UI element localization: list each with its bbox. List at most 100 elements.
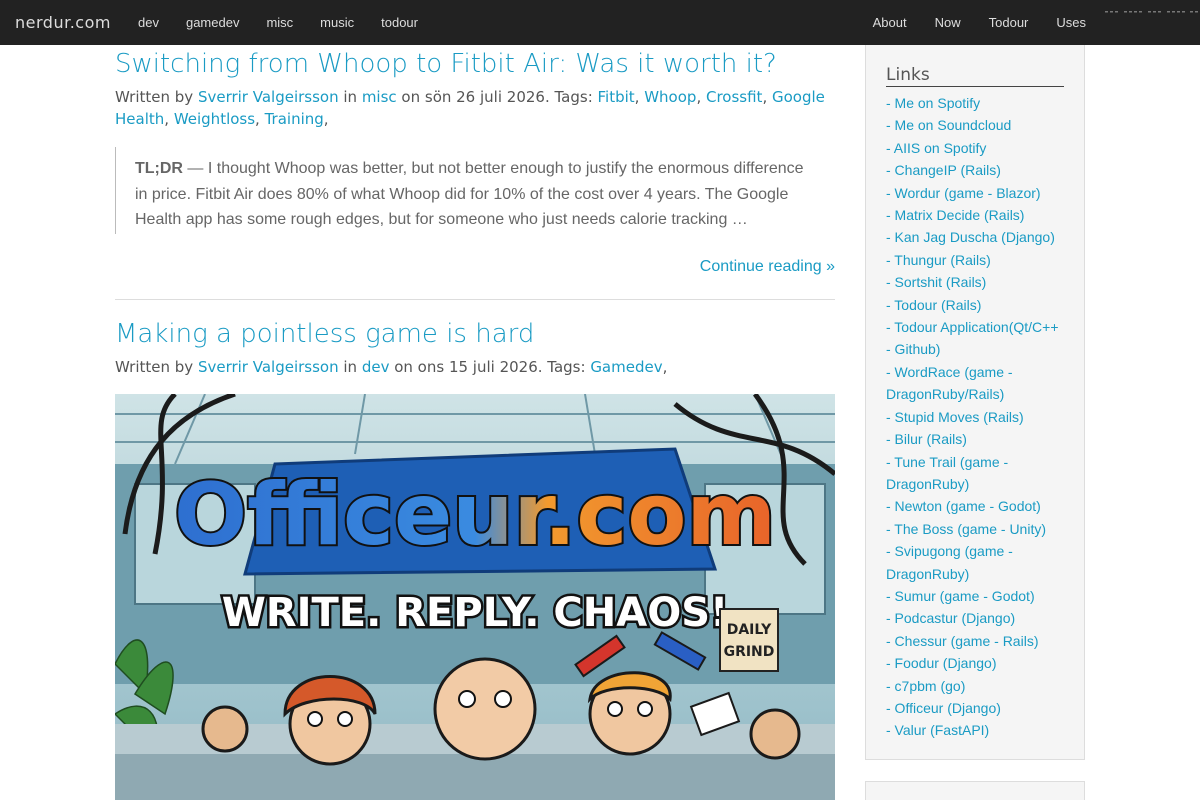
- sidebar-heading: Links: [886, 65, 1064, 87]
- nav-pages: About Now Todour Uses: [859, 0, 1100, 45]
- list-item: - WordRace (game - DragonRuby/Rails): [886, 361, 1066, 406]
- list-item: - Me on Spotify: [886, 92, 1066, 114]
- sidebar-link[interactable]: - Podcastur (Django): [886, 610, 1015, 626]
- nav-link-todour[interactable]: todour: [367, 0, 431, 45]
- tag-link-training[interactable]: Training: [265, 110, 324, 128]
- post-pointless-game: Making a pointless game is hard Written …: [115, 319, 835, 378]
- sidebar-link[interactable]: - Sumur (game - Godot): [886, 588, 1035, 604]
- officeur-illustration: Officeur.com WRITE. REPLY. CHAOS! DAILY …: [115, 394, 835, 800]
- list-item: - ChangeIP (Rails): [886, 159, 1066, 181]
- post-image-officeur: Officeur.com WRITE. REPLY. CHAOS! DAILY …: [115, 394, 835, 800]
- sidebar-link[interactable]: - Matrix Decide (Rails): [886, 207, 1024, 223]
- list-item: - Matrix Decide (Rails): [886, 204, 1066, 226]
- sidebar-link[interactable]: - Thungur (Rails): [886, 252, 991, 268]
- tag-link-gamedev[interactable]: Gamedev: [590, 358, 662, 376]
- nav-decoration-icon: [1105, 11, 1198, 13]
- list-item: - Me on Soundcloud: [886, 114, 1066, 136]
- sidebar-link[interactable]: - c7pbm (go): [886, 678, 965, 694]
- sidebar-link[interactable]: - Bilur (Rails): [886, 431, 967, 447]
- sidebar-link[interactable]: - ChangeIP (Rails): [886, 162, 1001, 178]
- sidebar-link[interactable]: - Stupid Moves (Rails): [886, 409, 1024, 425]
- meta-in: in: [338, 358, 362, 377]
- sidebar-link[interactable]: - AIIS on Spotify: [886, 140, 986, 156]
- sidebar-link[interactable]: - Chessur (game - Rails): [886, 633, 1038, 649]
- sidebar-link[interactable]: - Todour (Rails): [886, 297, 981, 313]
- list-item: - Valur (FastAPI): [886, 719, 1066, 741]
- sidebar-link[interactable]: - The Boss (game - Unity): [886, 521, 1046, 537]
- sidebar-link[interactable]: - Tune Trail (game - DragonRuby): [886, 454, 1008, 492]
- sidebar-link[interactable]: - Valur (FastAPI): [886, 722, 989, 738]
- post-meta: Written by Sverrir Valgeirsson in dev on…: [115, 358, 668, 377]
- sidebar-link[interactable]: - Github): [886, 341, 940, 357]
- sidebar-link[interactable]: - Me on Spotify: [886, 95, 980, 111]
- nav-categories: dev gamedev misc music todour: [124, 0, 431, 45]
- top-navbar: nerdur.com dev gamedev misc music todour…: [0, 0, 1200, 45]
- tag-link-weightloss[interactable]: Weightloss: [174, 110, 255, 128]
- site-brand-link[interactable]: nerdur.com: [15, 0, 111, 45]
- excerpt-lead: TL;DR: [135, 160, 183, 178]
- author-link[interactable]: Sverrir Valgeirsson: [198, 358, 339, 376]
- image-headline: Officeur.com: [174, 465, 776, 565]
- list-item: - Todour (Rails): [886, 294, 1066, 316]
- meta-date: on ons 15 juli 2026. Tags:: [389, 358, 591, 377]
- list-item: - Sumur (game - Godot): [886, 585, 1066, 607]
- category-link-dev[interactable]: dev: [362, 358, 390, 376]
- category-link-misc[interactable]: misc: [362, 88, 397, 106]
- list-item: - Podcastur (Django): [886, 607, 1066, 629]
- sidebar-link[interactable]: - Kan Jag Duscha (Django): [886, 229, 1055, 245]
- post-excerpt: TL;DR — I thought Whoop was better, but …: [115, 147, 835, 235]
- nav-link-dev[interactable]: dev: [124, 0, 172, 45]
- sidebar-link[interactable]: - WordRace (game - DragonRuby/Rails): [886, 364, 1013, 402]
- meta-written-by: Written by: [115, 88, 198, 107]
- list-item: - The Boss (game - Unity): [886, 518, 1066, 540]
- post-title-link[interactable]: Switching from Whoop to Fitbit Air: Was …: [115, 49, 835, 80]
- list-item: - Chessur (game - Rails): [886, 630, 1066, 652]
- list-item: - Stupid Moves (Rails): [886, 406, 1066, 428]
- list-item: - Tune Trail (game - DragonRuby): [886, 451, 1066, 496]
- list-item: - c7pbm (go): [886, 675, 1066, 697]
- nav-link-misc[interactable]: misc: [252, 0, 306, 45]
- image-tagline: WRITE. REPLY. CHAOS!: [222, 590, 729, 636]
- post-divider: [115, 299, 835, 301]
- author-link[interactable]: Sverrir Valgeirsson: [198, 88, 339, 106]
- sidebar-link[interactable]: - Svipugong (game - DragonRuby): [886, 543, 1013, 581]
- list-item: - Thungur (Rails): [886, 249, 1066, 271]
- nav-link-todour-page[interactable]: Todour: [975, 0, 1043, 45]
- list-item: - Bilur (Rails): [886, 428, 1066, 450]
- list-item: - Sortshit (Rails): [886, 271, 1066, 293]
- sidebar-link[interactable]: - Foodur (Django): [886, 655, 997, 671]
- sidebar-link[interactable]: - Me on Soundcloud: [886, 117, 1011, 133]
- nav-link-about[interactable]: About: [859, 0, 921, 45]
- continue-reading-link[interactable]: Continue reading »: [115, 258, 835, 276]
- list-item: - Kan Jag Duscha (Django): [886, 226, 1066, 248]
- list-item: - Github): [886, 338, 1066, 360]
- list-item: - Officeur (Django): [886, 697, 1066, 719]
- sidebar-link[interactable]: - Todour Application(Qt/C++: [886, 319, 1059, 335]
- tag-link-fitbit[interactable]: Fitbit: [598, 88, 635, 106]
- post-meta: Written by Sverrir Valgeirsson in misc o…: [115, 88, 825, 129]
- sidebar-links-panel: Links - Me on Spotify - Me on Soundcloud…: [865, 45, 1085, 760]
- sidebar-link[interactable]: - Officeur (Django): [886, 700, 1001, 716]
- sidebar-link[interactable]: - Sortshit (Rails): [886, 274, 986, 290]
- post-title-link[interactable]: Making a pointless game is hard: [115, 319, 835, 350]
- list-item: - Svipugong (game - DragonRuby): [886, 540, 1066, 585]
- meta-written-by: Written by: [115, 358, 198, 377]
- sidebar-secondary-panel: [865, 781, 1085, 800]
- list-item: - AIIS on Spotify: [886, 137, 1066, 159]
- nav-link-gamedev[interactable]: gamedev: [172, 0, 252, 45]
- nav-link-uses[interactable]: Uses: [1042, 0, 1100, 45]
- meta-in: in: [338, 88, 362, 107]
- meta-date: on sön 26 juli 2026. Tags:: [396, 88, 598, 107]
- sign-line1: DAILY: [727, 622, 772, 638]
- sidebar-link-list: - Me on Spotify - Me on Soundcloud - AII…: [886, 92, 1066, 742]
- nav-link-music[interactable]: music: [306, 0, 367, 45]
- list-item: - Newton (game - Godot): [886, 495, 1066, 517]
- list-item: - Todour Application(Qt/C++: [886, 316, 1066, 338]
- sidebar-link[interactable]: - Newton (game - Godot): [886, 498, 1041, 514]
- tag-link-crossfit[interactable]: Crossfit: [706, 88, 762, 106]
- nav-link-now[interactable]: Now: [921, 0, 975, 45]
- post-whoop-fitbit: Switching from Whoop to Fitbit Air: Was …: [115, 49, 835, 301]
- tag-link-whoop[interactable]: Whoop: [644, 88, 696, 106]
- list-item: - Foodur (Django): [886, 652, 1066, 674]
- sidebar-link[interactable]: - Wordur (game - Blazor): [886, 185, 1041, 201]
